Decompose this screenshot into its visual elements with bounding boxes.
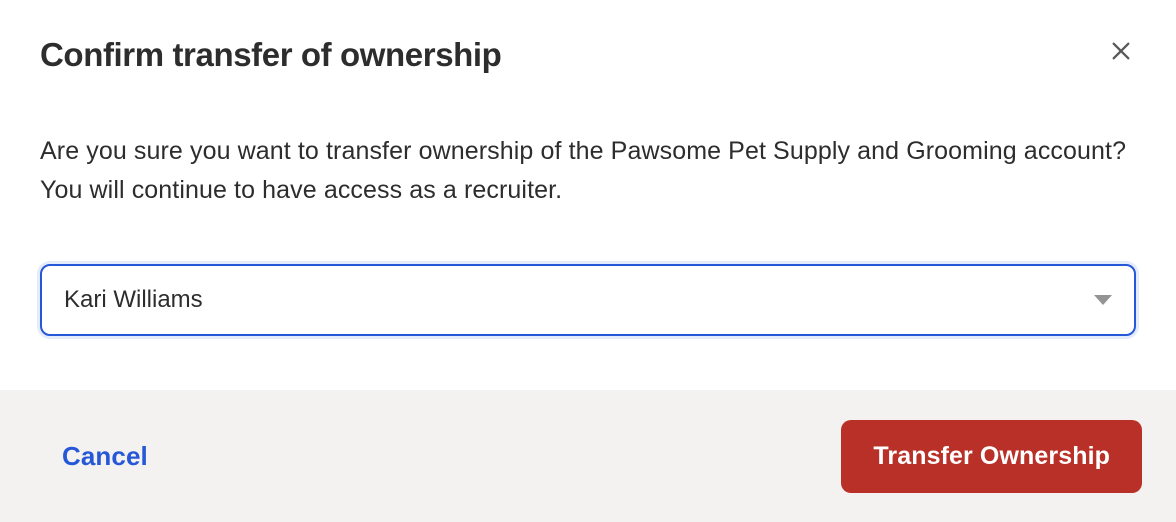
close-button[interactable] <box>1106 36 1136 69</box>
modal-content: Confirm transfer of ownership Are you su… <box>0 0 1176 376</box>
modal-body-text: Are you sure you want to transfer owners… <box>40 132 1136 210</box>
modal-title: Confirm transfer of ownership <box>40 36 501 74</box>
modal-header: Confirm transfer of ownership <box>40 36 1136 74</box>
transfer-ownership-button[interactable]: Transfer Ownership <box>841 420 1142 493</box>
owner-select-value: Kari Williams <box>64 286 203 314</box>
owner-select[interactable]: Kari Williams <box>40 264 1136 336</box>
owner-select-wrapper: Kari Williams <box>40 264 1136 336</box>
close-icon <box>1110 40 1132 65</box>
chevron-down-icon <box>1094 295 1112 305</box>
cancel-button[interactable]: Cancel <box>62 441 148 472</box>
modal-footer: Cancel Transfer Ownership <box>0 390 1176 522</box>
